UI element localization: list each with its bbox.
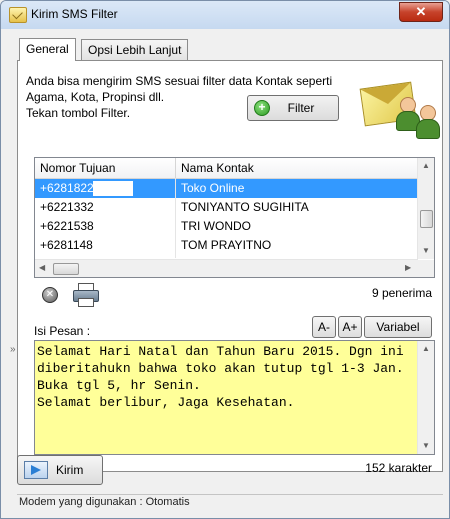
- cell-number: +6221332: [40, 200, 94, 214]
- message-textarea[interactable]: Selamat Hari Natal dan Tahun Baru 2015. …: [34, 340, 435, 455]
- scroll-right-icon[interactable]: ▶: [405, 263, 411, 272]
- variabel-button[interactable]: Variabel: [364, 316, 432, 338]
- send-button-label: Kirim: [56, 463, 84, 477]
- scroll-corner: [418, 260, 434, 277]
- column-header-nomor[interactable]: Nomor Tujuan: [35, 158, 176, 178]
- font-decrease-button[interactable]: A-: [312, 316, 336, 338]
- cell-name: TRI WONDO: [181, 219, 251, 233]
- character-count: 152 karakter: [365, 461, 432, 475]
- table-row[interactable]: +6281148 TOM PRAYITNO: [35, 236, 418, 255]
- table-header: Nomor Tujuan Nama Kontak: [35, 158, 418, 179]
- filter-button-label: Filter: [287, 101, 315, 115]
- horizontal-scroll-thumb[interactable]: [53, 263, 79, 275]
- cell-name: TONIYANTO SUGIHITA: [181, 200, 309, 214]
- redacted-number: [93, 181, 133, 196]
- printer-icon[interactable]: [73, 283, 99, 307]
- message-text[interactable]: Selamat Hari Natal dan Tahun Baru 2015. …: [37, 343, 415, 411]
- table-vertical-scrollbar[interactable]: ▲ ▼: [417, 158, 434, 259]
- status-bar: Modem yang digunakan : Otomatis: [17, 494, 443, 510]
- column-divider: [175, 178, 176, 258]
- window-title: Kirim SMS Filter: [31, 7, 118, 21]
- send-button[interactable]: Kirim: [17, 455, 103, 485]
- table-row[interactable]: +6221538 TRI WONDO: [35, 217, 418, 236]
- cell-name: TOM PRAYITNO: [181, 238, 272, 252]
- font-increase-button[interactable]: A+: [338, 316, 362, 338]
- plus-icon: +: [254, 100, 270, 116]
- vertical-scroll-thumb[interactable]: [420, 210, 433, 228]
- general-panel: Anda bisa mengirim SMS sesuai filter dat…: [10, 60, 443, 475]
- dialog-content: General Opsi Lebih Lanjut Anda bisa meng…: [9, 29, 443, 510]
- message-scrollbar[interactable]: ▲ ▼: [417, 341, 434, 454]
- table-horizontal-scrollbar[interactable]: ◀ ▶: [35, 259, 418, 277]
- send-icon: [24, 461, 48, 479]
- column-header-nama[interactable]: Nama Kontak: [176, 158, 417, 178]
- scroll-up-icon[interactable]: ▲: [422, 344, 430, 353]
- cell-number: +6221538: [40, 219, 94, 233]
- title-bar[interactable]: Kirim SMS Filter ✕: [1, 1, 449, 29]
- recipient-count: 9 penerima: [371, 286, 432, 300]
- kirim-sms-filter-window: Kirim SMS Filter ✕ General Opsi Lebih La…: [0, 0, 450, 519]
- person-icon: [416, 105, 440, 139]
- tab-opsi-lebih-lanjut[interactable]: Opsi Lebih Lanjut: [81, 39, 189, 60]
- contacts-envelope-icon: [356, 73, 440, 139]
- gutter-marker-icon: »: [10, 344, 16, 355]
- close-button[interactable]: ✕: [399, 2, 443, 22]
- delete-icon[interactable]: ✕: [42, 287, 58, 303]
- recipient-table[interactable]: Nomor Tujuan Nama Kontak +6281822 Toko O…: [34, 157, 435, 278]
- scroll-left-icon[interactable]: ◀: [39, 263, 45, 272]
- scroll-up-icon[interactable]: ▲: [422, 161, 430, 170]
- filter-button[interactable]: + Filter: [247, 95, 339, 121]
- table-row[interactable]: +6221332 TONIYANTO SUGIHITA: [35, 198, 418, 217]
- person-icon: [396, 97, 420, 131]
- scroll-down-icon[interactable]: ▼: [422, 441, 430, 450]
- scroll-down-icon[interactable]: ▼: [422, 246, 430, 255]
- cell-number: +6281822: [40, 181, 94, 195]
- cell-number: +6281148: [40, 238, 93, 252]
- cell-name: Toko Online: [181, 181, 245, 195]
- tab-general[interactable]: General: [19, 38, 76, 61]
- message-label: Isi Pesan :: [34, 324, 91, 338]
- table-row[interactable]: +6281822 Toko Online: [35, 179, 418, 198]
- app-icon: [9, 7, 27, 23]
